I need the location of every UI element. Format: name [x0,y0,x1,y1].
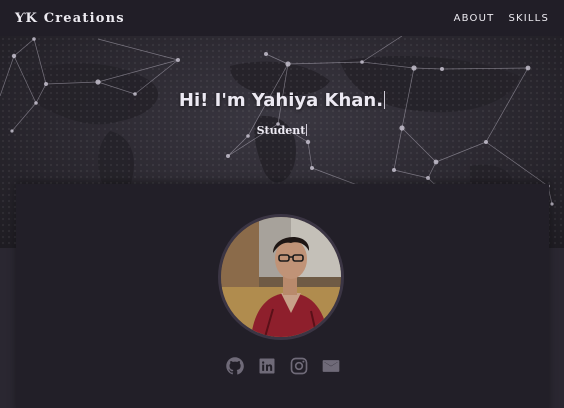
typing-cursor [306,124,308,136]
brand-logo[interactable]: ƳK Creations [15,11,125,26]
nav-links: ABOUT SKILLS [454,13,549,24]
hero-subtitle: Student [256,124,308,137]
linkedin-icon[interactable] [257,356,277,376]
mail-icon[interactable] [321,356,341,376]
instagram-icon[interactable] [289,356,309,376]
profile-avatar [218,214,344,340]
typing-cursor [384,91,386,109]
navbar: ƳK Creations ABOUT SKILLS [0,0,564,36]
hero-title: Hi! I'm Yahiya Khan. [178,90,386,111]
nav-link-skills[interactable]: SKILLS [508,13,549,24]
profile-card [16,184,549,408]
github-icon[interactable] [225,356,245,376]
social-links [16,356,549,376]
nav-link-about[interactable]: ABOUT [454,13,495,24]
profile-photo [221,217,341,337]
